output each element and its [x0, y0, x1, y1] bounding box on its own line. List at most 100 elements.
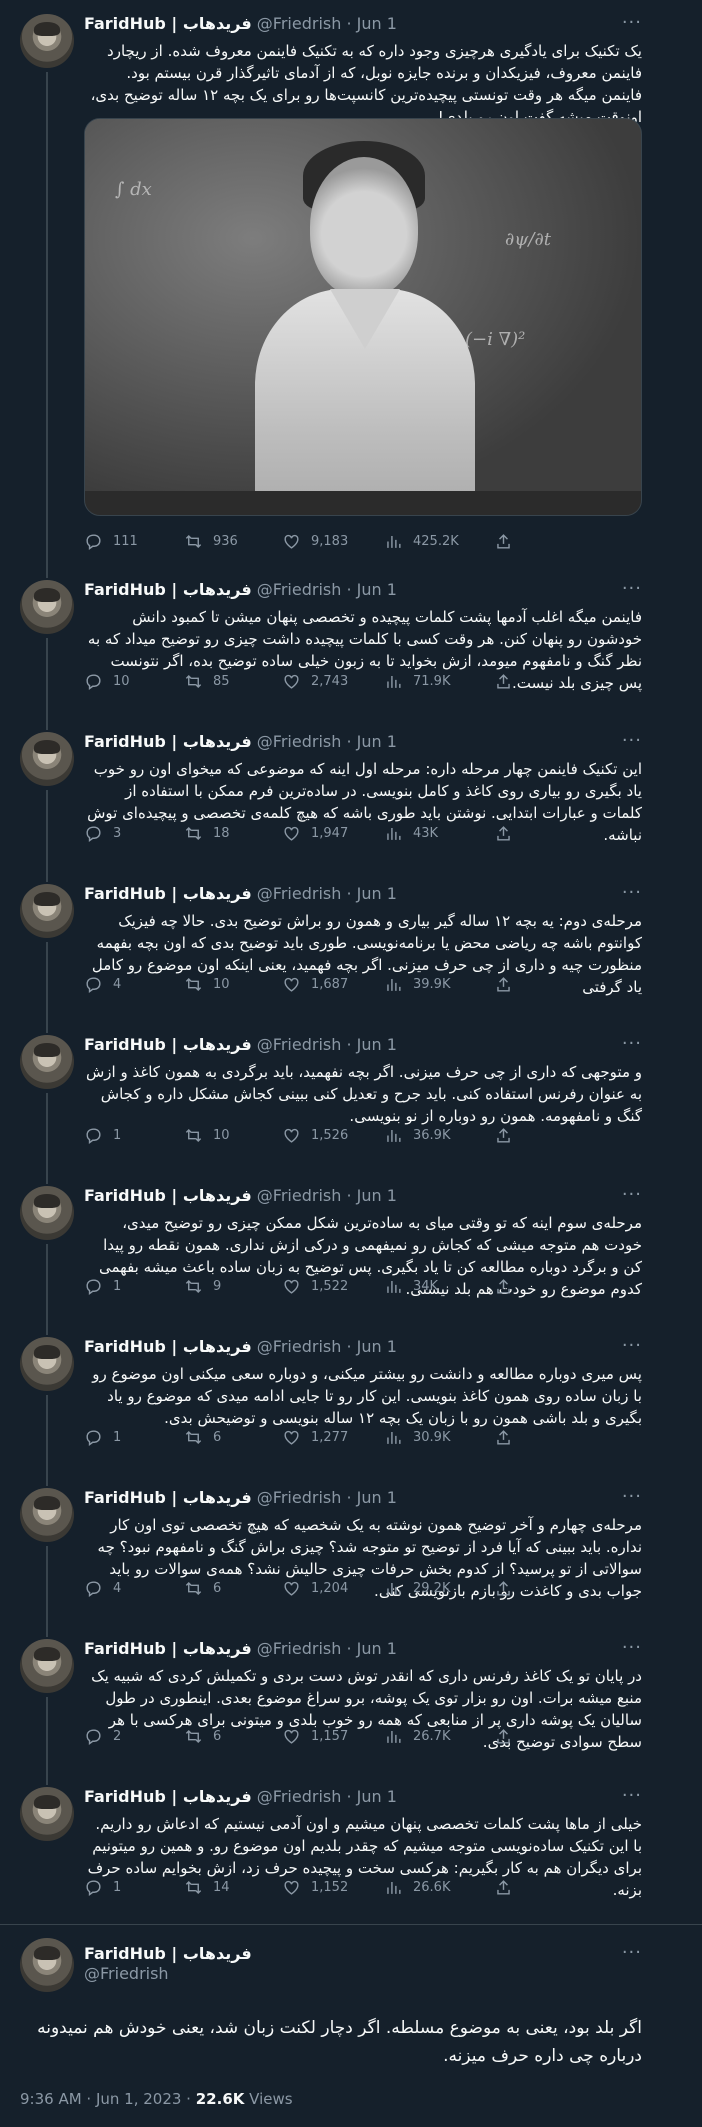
reply-button[interactable]: 3 [84, 822, 121, 844]
more-icon[interactable]: ··· [622, 1335, 642, 1356]
views-button[interactable]: 36.9K [384, 1124, 450, 1146]
views-button[interactable]: 30.9K [384, 1426, 450, 1448]
like-button[interactable]: 1,947 [282, 822, 348, 844]
share-button[interactable] [494, 1426, 513, 1448]
avatar[interactable] [20, 1488, 74, 1542]
retweet-button[interactable]: 6 [184, 1725, 221, 1747]
like-button[interactable]: 2,743 [282, 670, 348, 692]
views-button[interactable]: 26.7K [384, 1725, 450, 1747]
avatar[interactable] [20, 1787, 74, 1841]
user-handle[interactable]: @Friedrish [257, 732, 342, 751]
share-button[interactable] [494, 822, 513, 844]
reply-button[interactable]: 1 [84, 1426, 121, 1448]
user-handle[interactable]: @Friedrish [84, 1964, 252, 1984]
user-handle[interactable]: @Friedrish [257, 580, 342, 599]
views-button[interactable]: 34K [384, 1275, 438, 1297]
tweet[interactable]: FaridHub | فریدهاب @Friedrish · Jun 1 ··… [0, 1323, 702, 1474]
more-icon[interactable]: ··· [622, 1942, 642, 1963]
tweet[interactable]: FaridHub | فریدهاب @Friedrish · Jun 1 ··… [0, 1021, 702, 1172]
more-icon[interactable]: ··· [622, 1184, 642, 1205]
tweet-date[interactable]: Jun 1 [357, 1186, 397, 1205]
tweet[interactable]: FaridHub | فریدهاب @Friedrish · Jun 1 ··… [0, 1172, 702, 1323]
display-name[interactable]: FaridHub | فریدهاب [84, 1944, 252, 1964]
more-icon[interactable]: ··· [622, 882, 642, 903]
avatar[interactable] [20, 884, 74, 938]
retweet-button[interactable]: 85 [184, 670, 230, 692]
display-name[interactable]: FaridHub | فریدهاب [84, 732, 252, 751]
like-button[interactable]: 9,183 [282, 530, 348, 552]
retweet-button[interactable]: 936 [184, 530, 238, 552]
reply-button[interactable]: 1 [84, 1124, 121, 1146]
tweet-date[interactable]: Jun 1 [357, 580, 397, 599]
share-button[interactable] [494, 973, 513, 995]
tweet-date[interactable]: Jun 1 [357, 1787, 397, 1806]
retweet-button[interactable]: 9 [184, 1275, 221, 1297]
tweet-timestamp[interactable]: 9:36 AM · Jun 1, 2023 · [20, 2090, 191, 2108]
views-button[interactable]: 39.9K [384, 973, 450, 995]
views-button[interactable]: 425.2K [384, 530, 459, 552]
avatar[interactable] [20, 580, 74, 634]
tweet-photo[interactable]: ∫ dx ∂ψ/∂t (−i ∇)² [84, 118, 642, 516]
tweet[interactable]: FaridHub | فریدهاب @Friedrish · Jun 1 ··… [0, 718, 702, 870]
display-name[interactable]: FaridHub | فریدهاب [84, 1639, 252, 1658]
reply-button[interactable]: 4 [84, 1577, 121, 1599]
avatar[interactable] [20, 14, 74, 68]
more-icon[interactable]: ··· [622, 12, 642, 33]
user-handle[interactable]: @Friedrish [257, 1186, 342, 1205]
display-name[interactable]: FaridHub | فریدهاب [84, 884, 252, 903]
tweet-date[interactable]: Jun 1 [357, 1337, 397, 1356]
retweet-button[interactable]: 10 [184, 973, 230, 995]
avatar[interactable] [20, 1639, 74, 1693]
tweet-date[interactable]: Jun 1 [357, 732, 397, 751]
avatar[interactable] [20, 1337, 74, 1391]
avatar[interactable] [20, 732, 74, 786]
like-button[interactable]: 1,687 [282, 973, 348, 995]
more-icon[interactable]: ··· [622, 578, 642, 599]
user-handle[interactable]: @Friedrish [257, 1035, 342, 1054]
user-handle[interactable]: @Friedrish [257, 1787, 342, 1806]
user-handle[interactable]: @Friedrish [257, 1337, 342, 1356]
retweet-button[interactable]: 6 [184, 1426, 221, 1448]
user-handle[interactable]: @Friedrish [257, 1488, 342, 1507]
retweet-button[interactable]: 18 [184, 822, 230, 844]
reply-button[interactable]: 10 [84, 670, 130, 692]
tweet-date[interactable]: Jun 1 [357, 1035, 397, 1054]
retweet-button[interactable]: 14 [184, 1876, 230, 1898]
share-button[interactable] [494, 1876, 513, 1898]
views-button[interactable]: 29.2K [384, 1577, 450, 1599]
user-handle[interactable]: @Friedrish [257, 14, 342, 33]
share-button[interactable] [494, 530, 513, 552]
tweet[interactable]: FaridHub | فریدهاب @Friedrish · Jun 1 ··… [0, 0, 702, 566]
tweet-date[interactable]: Jun 1 [357, 884, 397, 903]
reply-button[interactable]: 1 [84, 1275, 121, 1297]
like-button[interactable]: 1,152 [282, 1876, 348, 1898]
more-icon[interactable]: ··· [622, 1785, 642, 1806]
tweet-date[interactable]: Jun 1 [357, 14, 397, 33]
share-button[interactable] [494, 670, 513, 692]
display-name[interactable]: FaridHub | فریدهاب [84, 1035, 252, 1054]
more-icon[interactable]: ··· [622, 730, 642, 751]
user-handle[interactable]: @Friedrish [257, 1639, 342, 1658]
views-button[interactable]: 71.9K [384, 670, 450, 692]
reply-button[interactable]: 4 [84, 973, 121, 995]
user-handle[interactable]: @Friedrish [257, 884, 342, 903]
views-button[interactable]: 26.6K [384, 1876, 450, 1898]
display-name[interactable]: FaridHub | فریدهاب [84, 1787, 252, 1806]
display-name[interactable]: FaridHub | فریدهاب [84, 580, 252, 599]
more-icon[interactable]: ··· [622, 1033, 642, 1054]
display-name[interactable]: FaridHub | فریدهاب [84, 1186, 252, 1205]
tweet-date[interactable]: Jun 1 [357, 1488, 397, 1507]
share-button[interactable] [494, 1124, 513, 1146]
display-name[interactable]: FaridHub | فریدهاب [84, 1337, 252, 1356]
more-icon[interactable]: ··· [622, 1637, 642, 1658]
display-name[interactable]: FaridHub | فریدهاب [84, 14, 252, 33]
more-icon[interactable]: ··· [622, 1486, 642, 1507]
tweet[interactable]: FaridHub | فریدهاب @Friedrish · Jun 1 ··… [0, 1773, 702, 1924]
avatar[interactable] [20, 1186, 74, 1240]
tweet[interactable]: FaridHub | فریدهاب @Friedrish · Jun 1 ··… [0, 1625, 702, 1773]
like-button[interactable]: 1,157 [282, 1725, 348, 1747]
like-button[interactable]: 1,522 [282, 1275, 348, 1297]
tweet[interactable]: FaridHub | فریدهاب @Friedrish · Jun 1 ··… [0, 1474, 702, 1625]
share-button[interactable] [494, 1577, 513, 1599]
avatar[interactable] [20, 1938, 74, 1992]
